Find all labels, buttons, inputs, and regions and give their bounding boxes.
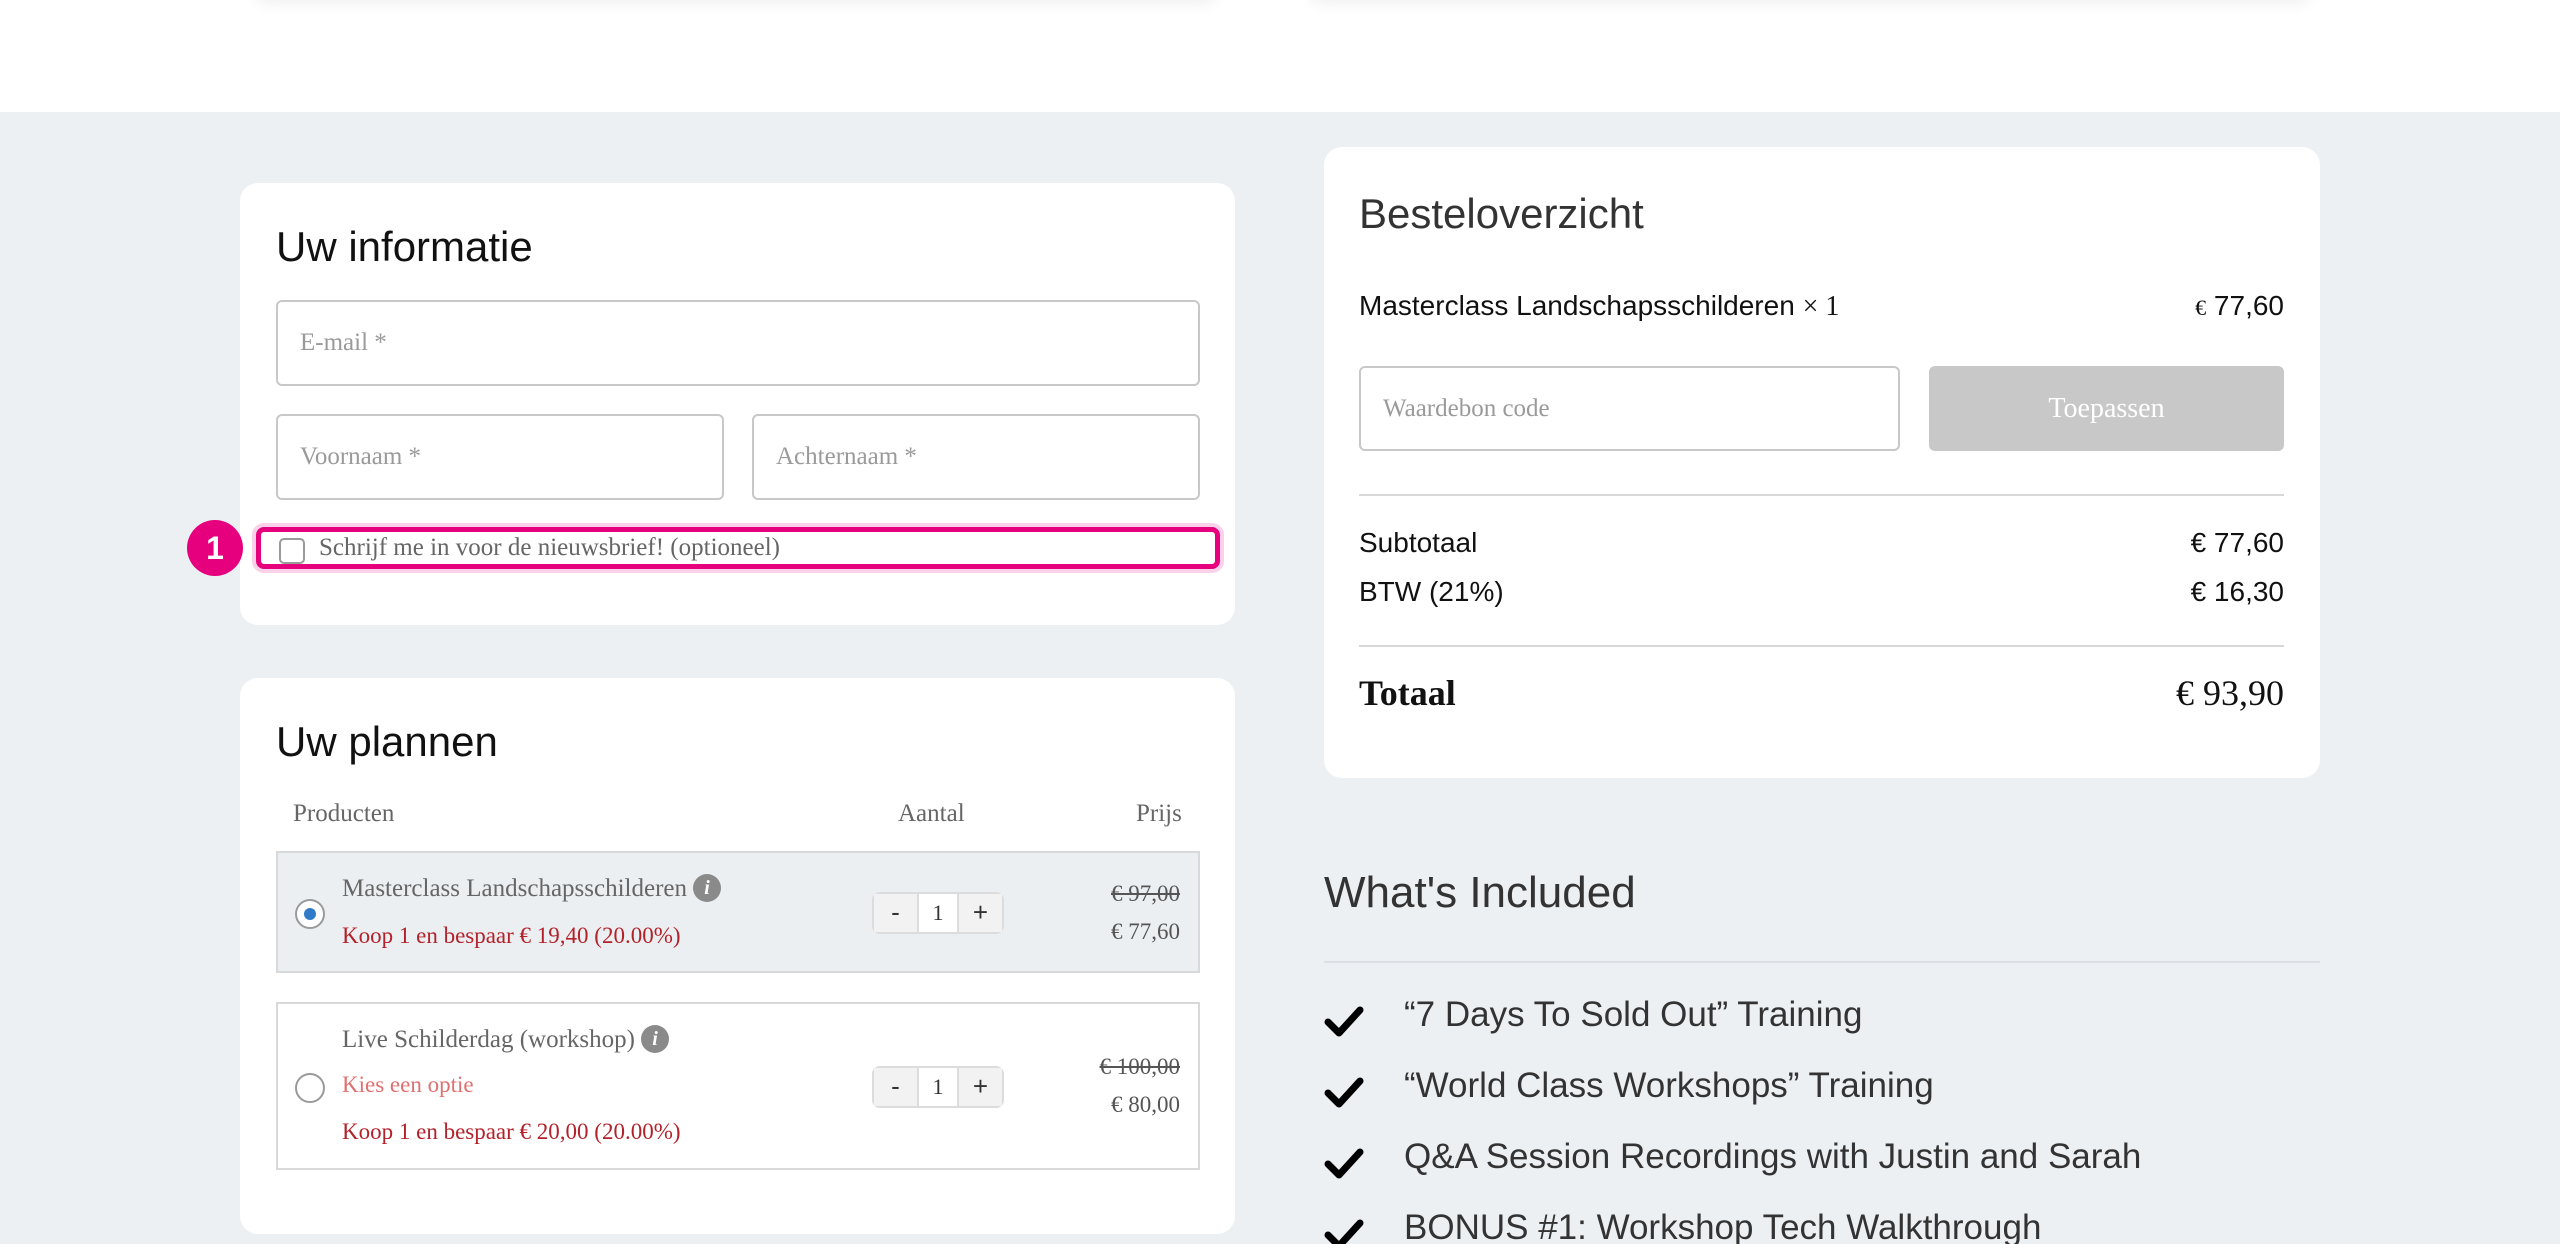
plan-name: Live Schilderdag (workshop) i [342,1025,669,1055]
checkmark-icon [1324,1077,1364,1108]
top-bar [0,0,2560,112]
plans-title: Uw plannen [276,718,498,765]
order-summary-card [1324,147,2320,778]
coupon-field[interactable] [1359,366,1900,451]
subtotal-label: Subtotaal [1359,527,1478,558]
quantity-value[interactable]: 1 [917,894,959,932]
summary-divider [1359,494,2284,496]
plan-row-live-schilderdag[interactable]: Live Schilderdag (workshop) i Kies een op… [276,1002,1200,1170]
included-item-text: “7 Days To Sold Out” Training [1404,995,1863,1034]
newsletter-row[interactable]: Schrijf me in voor de nieuwsbrief! (opti… [256,527,1220,569]
vat-value: € 16,30 [2190,576,2284,607]
firstname-field[interactable] [276,414,724,500]
email-field[interactable] [276,300,1200,386]
choose-option-link[interactable]: Kies een optie [342,1072,474,1098]
plan-name-text: Live Schilderdag (workshop) [342,1026,635,1053]
included-item-text: BONUS #1: Workshop Tech Walkthrough [1404,1208,2042,1244]
increment-button[interactable]: + [959,894,1002,932]
total-value: € 93,90 [2176,673,2284,713]
info-icon[interactable]: i [693,874,722,903]
order-line-currency: € [2195,295,2207,320]
plan-radio-selected[interactable] [295,899,325,929]
subtotal-value: € 77,60 [2190,527,2284,558]
decrement-button[interactable]: - [874,894,917,932]
quantity-stepper[interactable]: - 1 + [872,1066,1004,1108]
included-item-text: Q&A Session Recordings with Justin and S… [1404,1137,2142,1176]
whats-included-title: What's Included [1324,868,1636,917]
included-divider [1324,961,2320,963]
plan-row-masterclass[interactable]: Masterclass Landschapsschilderen i Koop 1… [276,851,1200,973]
plan-savings-text: Koop 1 en bespaar € 19,40 (20.00%) [342,923,681,948]
column-header-quantity: Aantal [898,800,965,827]
plan-new-price: € 80,00 [1111,1092,1180,1117]
info-icon[interactable]: i [640,1025,669,1054]
lastname-input[interactable] [754,416,1198,498]
included-item-text: “World Class Workshops” Training [1404,1066,1934,1105]
checkmark-icon [1324,1219,1364,1244]
checkmark-icon [1324,1006,1364,1037]
checkmark-icon [1324,1148,1364,1179]
total-divider [1359,645,2284,647]
plan-old-price: € 97,00 [1111,881,1180,906]
plan-old-price: € 100,00 [1099,1054,1181,1079]
quantity-value[interactable]: 1 [917,1068,959,1106]
plan-name-text: Masterclass Landschapsschilderen [342,875,688,902]
info-title: Uw informatie [276,223,533,270]
order-line-price: € 77,60 [2195,290,2284,322]
firstname-input[interactable] [278,416,722,498]
plan-name: Masterclass Landschapsschilderen i [342,874,722,904]
order-line-qty: × 1 [1802,291,1840,322]
plan-savings-text: Koop 1 en bespaar € 20,00 (20.00%) [342,1119,681,1144]
column-header-products: Producten [293,800,395,827]
total-label: Totaal [1359,673,1456,713]
vat-label: BTW (21%) [1359,576,1504,607]
decrement-button[interactable]: - [874,1068,917,1106]
apply-coupon-button[interactable]: Toepassen [1929,366,2284,451]
newsletter-label[interactable]: Schrijf me in voor de nieuwsbrief! (opti… [319,534,780,562]
quantity-stepper[interactable]: - 1 + [872,892,1004,934]
column-header-price: Prijs [1136,800,1182,827]
increment-button[interactable]: + [959,1068,1002,1106]
order-summary-title: Besteloverzicht [1359,190,1644,237]
email-input[interactable] [278,302,1198,384]
order-line-name: Masterclass Landschapsschilderen [1359,290,1795,321]
order-line-item: Masterclass Landschapsschilderen × 1 [1359,290,1839,323]
coupon-input[interactable] [1361,368,1898,449]
lastname-field[interactable] [752,414,1200,500]
order-line-amount: 77,60 [2213,290,2284,321]
annotation-badge: 1 [187,520,243,576]
newsletter-checkbox[interactable] [279,538,305,564]
plan-radio-unselected[interactable] [295,1073,325,1103]
plan-new-price: € 77,60 [1111,919,1180,944]
